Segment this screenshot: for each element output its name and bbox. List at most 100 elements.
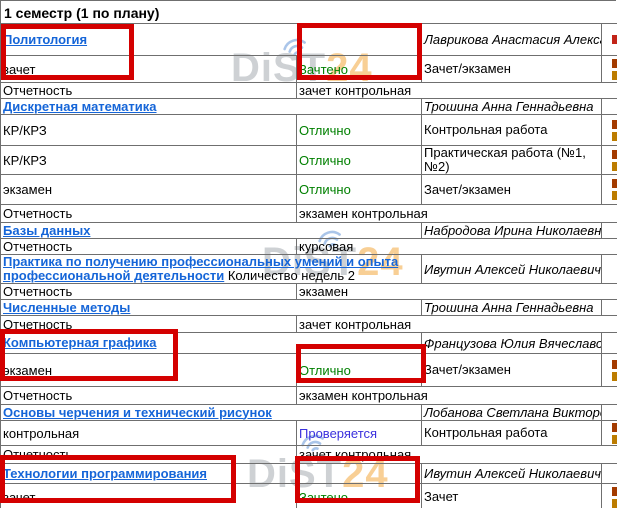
table-row-grade: КР/КРЗОтлично Практическая работа (№1, №2… <box>1 146 617 175</box>
clipped-text-fragment <box>612 487 617 508</box>
table-row-subject: Технологии программирования Ивутин Алексе… <box>1 464 617 484</box>
grade-value: Отлично <box>297 146 422 175</box>
clipped-column-cell <box>602 24 617 56</box>
grade-text: Отлично <box>299 363 351 378</box>
table-row-grade: КР/КРЗОтличноКонтрольная работа <box>1 115 617 146</box>
table-row-grade: контрольнаяПроверяетсяКонтрольная работа <box>1 421 617 446</box>
report-value: зачет контрольная <box>297 446 617 464</box>
grade-text: Зачтено <box>299 490 348 505</box>
control-type: КР/КРЗ <box>1 146 297 175</box>
table-row-grade: зачетЗачтеноЗачет <box>1 484 617 508</box>
grade-text: Отлично <box>299 182 351 197</box>
grade-text: Отлично <box>299 153 351 168</box>
report-value: экзамен контрольная <box>297 387 617 405</box>
table-row-report: Отчетностькурсовая <box>1 239 617 255</box>
table-row-report: Отчетностьэкзамен <box>1 284 617 300</box>
report-label: Отчетность <box>1 316 297 333</box>
subject-cell: Дискретная математика <box>1 99 422 115</box>
assessment-form: Зачет/экзамен <box>422 175 602 205</box>
clipped-text-fragment <box>612 423 617 444</box>
teacher-name: Ивутин Алексей Николаевич <box>422 255 602 284</box>
teacher-name: Набродова Ирина Николаевна <box>422 223 602 239</box>
teacher-name: Трошина Анна Геннадьевна <box>422 300 602 316</box>
table-row-report: Отчетностьзачет контрольная <box>1 446 617 464</box>
assessment-form: Контрольная работа <box>422 115 602 146</box>
assessment-form: Зачет/экзамен <box>422 56 602 83</box>
grade-value: Зачтено <box>297 484 422 508</box>
report-label: Отчетность <box>1 205 297 223</box>
report-label: Отчетность <box>1 446 297 464</box>
clipped-column-cell <box>602 56 617 83</box>
subject-extra-text: Количество недель 2 <box>224 268 355 283</box>
assessment-form: Практическая работа (№1, №2) <box>422 146 602 175</box>
clipped-text-fragment <box>612 179 617 200</box>
gradebook-page: DiST24 DiST24 DiST24 1 семестр (1 по пла… <box>0 0 617 508</box>
clipped-column-cell <box>602 354 617 387</box>
table-row-subject: Основы черчения и технический рисунок Лоб… <box>1 405 617 421</box>
clipped-text-fragment <box>612 35 617 44</box>
clipped-column-cell <box>602 484 617 508</box>
report-label: Отчетность <box>1 387 297 405</box>
report-value: курсовая <box>297 239 617 255</box>
control-type: экзамен <box>1 354 297 387</box>
clipped-column-cell <box>602 175 617 205</box>
report-label: Отчетность <box>1 284 297 300</box>
control-type: зачет <box>1 56 297 83</box>
subject-link[interactable]: Дискретная математика <box>3 99 157 114</box>
report-value: зачет контрольная <box>297 83 617 99</box>
subject-link[interactable]: Технологии программирования <box>3 466 207 481</box>
table-row-grade: экзаменОтлично Зачет/экзамен <box>1 354 617 387</box>
subject-cell: Политология <box>1 24 422 56</box>
clipped-text-fragment <box>612 150 617 171</box>
subject-cell: Практика по получению профессиональных у… <box>1 255 422 284</box>
clipped-column-cell <box>602 421 617 446</box>
table-row-subject: Численные методы Трошина Анна Геннадьевна <box>1 300 617 316</box>
grade-value: Проверяется <box>297 421 422 446</box>
subject-cell: Технологии программирования <box>1 464 422 484</box>
clipped-column-cell <box>602 255 617 284</box>
report-label: Отчетность <box>1 239 297 255</box>
table-row-report: Отчетностьэкзамен контрольная <box>1 205 617 223</box>
clipped-column-cell <box>602 300 617 316</box>
subject-cell: Базы данных <box>1 223 422 239</box>
clipped-text-fragment <box>612 59 617 80</box>
grade-value: Отлично <box>297 175 422 205</box>
clipped-column-cell <box>602 464 617 484</box>
table-row-subject: Дискретная математикаТрошина Анна Геннад… <box>1 99 617 115</box>
table-row-subject: Базы данных Набродова Ирина Николаевна <box>1 223 617 239</box>
subject-link[interactable]: Политология <box>3 32 87 47</box>
grade-value: Зачтено <box>297 56 422 83</box>
semester-table: ПолитологияЛаврикова Анастасия Алексазач… <box>0 23 617 508</box>
report-value: экзамен контрольная <box>297 205 617 223</box>
subject-cell: Основы черчения и технический рисунок <box>1 405 422 421</box>
teacher-name: Лобанова Светлана Викторо <box>422 405 602 421</box>
control-type: контрольная <box>1 421 297 446</box>
teacher-name: Лаврикова Анастасия Алекса <box>422 24 602 56</box>
subject-link[interactable]: Базы данных <box>3 223 90 238</box>
subject-link[interactable]: Численные методы <box>3 300 130 315</box>
table-row-report: Отчетностьзачет контрольная <box>1 83 617 99</box>
table-row-report: Отчетностьэкзамен контрольная <box>1 387 617 405</box>
assessment-form: Зачет/экзамен <box>422 354 602 387</box>
report-value: экзамен <box>297 284 617 300</box>
teacher-name: Ивутин Алексей Николаевич <box>422 464 602 484</box>
clipped-column-cell <box>602 405 617 421</box>
grade-text: Проверяется <box>299 426 377 441</box>
report-label: Отчетность <box>1 83 297 99</box>
table-row-subject: Политология Лаврикова Анастасия Алекса <box>1 24 617 56</box>
control-type: экзамен <box>1 175 297 205</box>
report-value: зачет контрольная <box>297 316 617 333</box>
subject-link[interactable]: Основы черчения и технический рисунок <box>3 405 272 420</box>
table-row-subject: Практика по получению профессиональных у… <box>1 255 617 284</box>
clipped-column-cell <box>602 115 617 146</box>
subject-cell: Численные методы <box>1 300 422 316</box>
clipped-text-fragment <box>612 360 617 381</box>
assessment-form: Зачет <box>422 484 602 508</box>
clipped-column-cell <box>602 223 617 239</box>
table-row-grade: зачетЗачтеноЗачет/экзамен <box>1 56 617 83</box>
teacher-name: Французова Юлия Вячеславов <box>422 333 602 354</box>
table-row-report: Отчетностьзачет контрольная <box>1 316 617 333</box>
subject-link[interactable]: Компьютерная графика <box>3 335 156 350</box>
control-type: КР/КРЗ <box>1 115 297 146</box>
table-row-grade: экзаменОтлично Зачет/экзамен <box>1 175 617 205</box>
